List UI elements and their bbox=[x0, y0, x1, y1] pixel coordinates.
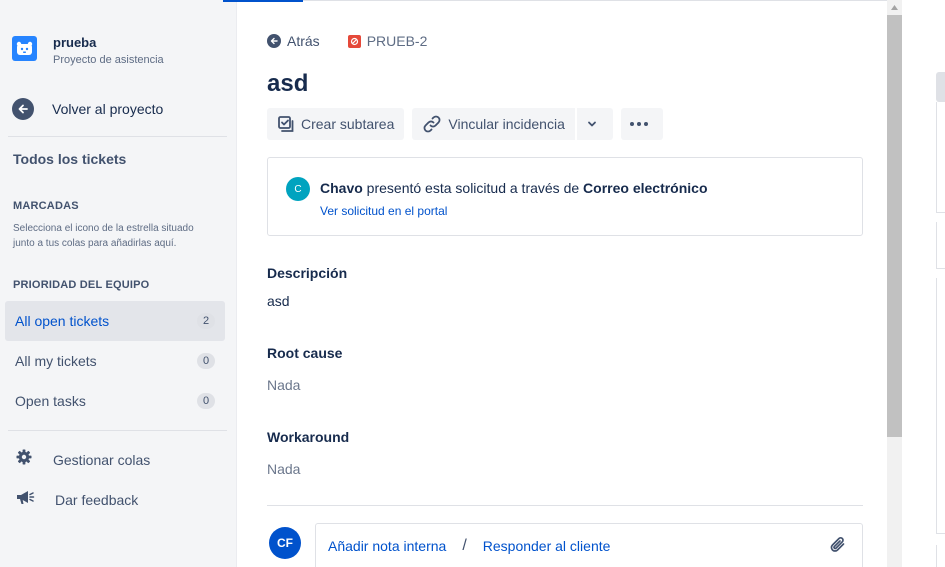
queue-label: All open tickets bbox=[15, 313, 110, 329]
create-subtask-button[interactable]: Crear subtarea bbox=[267, 108, 405, 140]
queue-open-tasks[interactable]: Open tasks 0 bbox=[5, 381, 225, 421]
right-panel-border bbox=[936, 102, 937, 212]
queue-all-my-tickets[interactable]: All my tickets 0 bbox=[5, 341, 225, 381]
right-panel-tab[interactable] bbox=[936, 72, 945, 102]
description-value[interactable]: asd bbox=[267, 293, 290, 309]
comment-box[interactable]: Añadir nota interna / Responder al clien… bbox=[315, 523, 863, 567]
starred-note: Selecciona el icono de la estrella situa… bbox=[13, 223, 194, 249]
top-nav-highlight bbox=[223, 0, 303, 2]
sidebar: prueba Proyecto de asistencia Volver al … bbox=[0, 0, 237, 567]
back-button[interactable]: Atrás bbox=[267, 33, 320, 49]
request-origin-text: Chavo presentó esta solicitud a través d… bbox=[320, 180, 708, 196]
request-origin-middle: presentó esta solicitud a través de bbox=[362, 180, 584, 196]
queue-label: All my tickets bbox=[15, 353, 97, 369]
megaphone-icon bbox=[15, 488, 35, 511]
request-channel: Correo electrónico bbox=[583, 180, 708, 196]
back-to-project-link[interactable]: Volver al proyecto bbox=[12, 98, 163, 120]
more-actions-button[interactable] bbox=[620, 108, 663, 140]
top-divider bbox=[303, 0, 903, 1]
queue-label: Open tasks bbox=[15, 393, 86, 409]
reply-to-customer-button[interactable]: Responder al cliente bbox=[483, 538, 611, 554]
back-to-project-label: Volver al proyecto bbox=[52, 101, 164, 117]
sidebar-item-all-tickets[interactable]: Todos los tickets bbox=[13, 151, 126, 167]
give-feedback-label: Dar feedback bbox=[55, 491, 139, 508]
issue-key-link[interactable]: PRUEB-2 bbox=[347, 33, 428, 49]
project-name: prueba bbox=[53, 35, 97, 50]
right-panel-border bbox=[936, 545, 937, 567]
breadcrumb: Atrás PRUEB-2 bbox=[267, 33, 427, 49]
scroll-up-arrow[interactable] bbox=[887, 0, 902, 15]
project-type: Proyecto de asistencia bbox=[53, 54, 164, 66]
issue-title[interactable]: asd bbox=[267, 70, 308, 98]
right-panel-divider bbox=[936, 268, 945, 269]
issue-type-icon bbox=[347, 34, 361, 48]
issue-key: PRUEB-2 bbox=[366, 33, 428, 49]
queue-count-badge: 2 bbox=[197, 313, 215, 329]
gear-icon bbox=[15, 448, 33, 471]
description-label: Descripción bbox=[267, 265, 348, 281]
add-internal-note-button[interactable]: Añadir nota interna bbox=[328, 538, 446, 554]
project-avatar-icon bbox=[12, 36, 37, 61]
right-panel-divider bbox=[936, 533, 945, 534]
workaround-label: Workaround bbox=[267, 429, 350, 445]
request-info-panel: C Chavo presentó esta solicitud a través… bbox=[267, 157, 863, 236]
link-issue-label: Vincular incidencia bbox=[448, 116, 565, 132]
sidebar-divider bbox=[8, 430, 227, 431]
manage-queues-label: Gestionar colas bbox=[53, 451, 151, 468]
reporter-avatar: C bbox=[286, 177, 310, 201]
reporter-name[interactable]: Chavo bbox=[320, 180, 363, 196]
right-panel-border bbox=[936, 222, 937, 268]
link-issue-dropdown[interactable] bbox=[576, 108, 613, 140]
give-feedback-link[interactable]: Dar feedback bbox=[15, 488, 138, 511]
arrow-left-icon bbox=[267, 34, 281, 48]
chevron-down-icon bbox=[587, 121, 596, 127]
team-priority-heading: PRIORIDAD DEL EQUIPO bbox=[13, 279, 150, 291]
manage-queues-link[interactable]: Gestionar colas bbox=[15, 448, 150, 471]
link-icon bbox=[423, 115, 441, 133]
right-panel-border bbox=[936, 278, 937, 533]
root-cause-label: Root cause bbox=[267, 345, 343, 361]
queue-count-badge: 0 bbox=[197, 353, 215, 369]
issue-toolbar: Crear subtarea Vincular incidencia bbox=[267, 108, 663, 140]
avatar: CF bbox=[269, 527, 301, 559]
queue-all-open-tickets[interactable]: All open tickets 2 bbox=[5, 301, 225, 341]
more-icon bbox=[629, 122, 648, 126]
comment-divider bbox=[267, 505, 863, 506]
root-cause-value[interactable]: Nada bbox=[267, 377, 300, 393]
sidebar-divider bbox=[8, 136, 227, 137]
right-panel-divider bbox=[936, 212, 945, 213]
link-issue-split-button: Vincular incidencia bbox=[412, 108, 613, 140]
workaround-value[interactable]: Nada bbox=[267, 461, 300, 477]
project-header[interactable]: prueba Proyecto de asistencia bbox=[12, 36, 164, 66]
view-in-portal-link[interactable]: Ver solicitud en el portal bbox=[320, 204, 447, 218]
link-issue-button[interactable]: Vincular incidencia bbox=[412, 108, 575, 140]
subtask-icon bbox=[278, 116, 294, 132]
starred-heading: MARCADAS bbox=[13, 200, 79, 212]
comment-separator: / bbox=[462, 536, 467, 554]
arrow-left-icon bbox=[12, 98, 34, 120]
create-subtask-label: Crear subtarea bbox=[301, 116, 395, 132]
attachment-icon[interactable] bbox=[828, 535, 848, 560]
queue-count-badge: 0 bbox=[197, 393, 215, 409]
back-label: Atrás bbox=[287, 33, 320, 49]
scrollbar-thumb[interactable] bbox=[887, 15, 902, 437]
